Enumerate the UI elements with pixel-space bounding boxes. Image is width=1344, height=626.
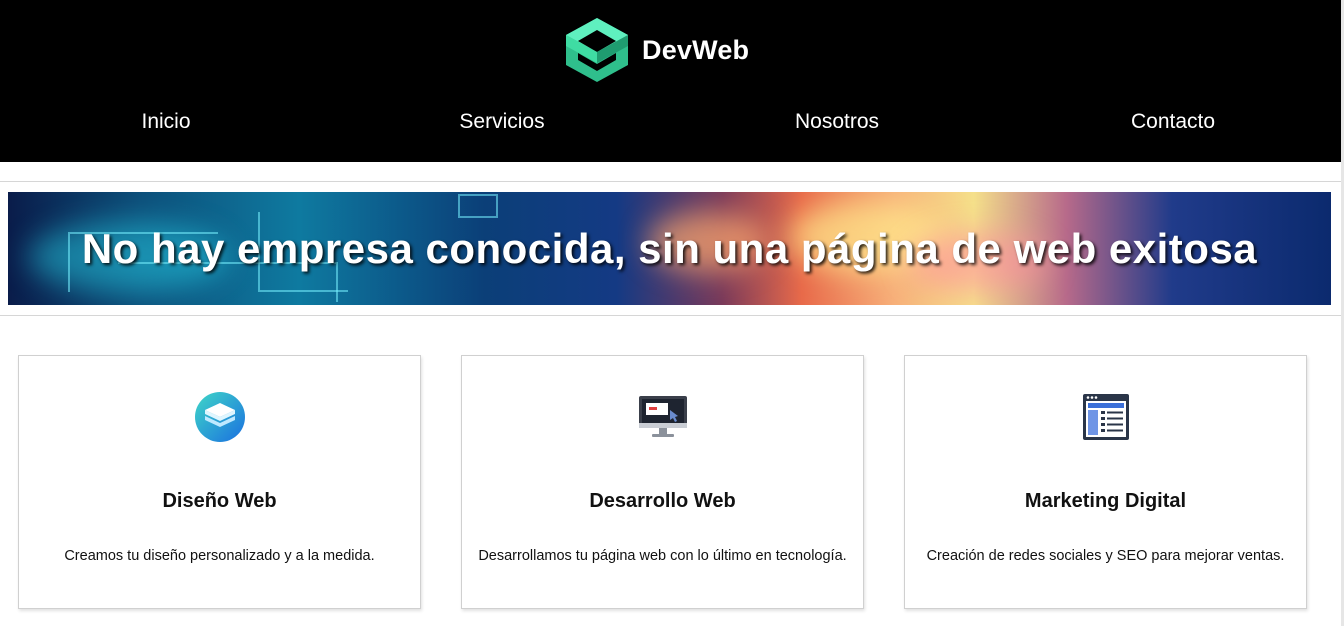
site-header: DevWeb Inicio Servicios Nosotros Contact…	[0, 0, 1341, 162]
section-divider	[0, 181, 1341, 182]
stacked-layers-icon	[193, 390, 247, 444]
service-title: Diseño Web	[162, 490, 277, 512]
hero-headline: No hay empresa conocida, sin una página …	[81, 224, 1258, 272]
nav-link-servicios[interactable]: Servicios	[402, 104, 602, 140]
service-card-diseno-web: Diseño Web Creamos tu diseño personaliza…	[18, 355, 421, 609]
service-card-marketing-digital: Marketing Digital Creación de redes soci…	[904, 355, 1307, 609]
hero-banner: No hay empresa conocida, sin una página …	[8, 192, 1331, 305]
brand-name: DevWeb	[642, 34, 750, 65]
isometric-cube-logo-icon	[564, 16, 630, 84]
browser-window-list-icon	[1079, 390, 1133, 444]
main-navigation: Inicio Servicios Nosotros Contacto	[0, 104, 1341, 140]
service-description: Creación de redes sociales y SEO para me…	[926, 548, 1285, 564]
service-title: Marketing Digital	[1024, 490, 1187, 512]
nav-link-contacto[interactable]: Contacto	[1073, 104, 1273, 140]
service-card-desarrollo-web: Desarrollo Web Desarrollamos tu página w…	[461, 355, 864, 609]
nav-link-nosotros[interactable]: Nosotros	[737, 104, 937, 140]
section-divider	[0, 315, 1341, 316]
service-description: Creamos tu diseño personalizado y a la m…	[64, 548, 375, 564]
desktop-monitor-icon	[636, 390, 690, 444]
service-title: Desarrollo Web	[589, 490, 736, 512]
nav-link-inicio[interactable]: Inicio	[66, 104, 266, 140]
brand-logo-link[interactable]: DevWeb	[564, 16, 749, 84]
service-description: Desarrollamos tu página web con lo últim…	[478, 548, 847, 564]
